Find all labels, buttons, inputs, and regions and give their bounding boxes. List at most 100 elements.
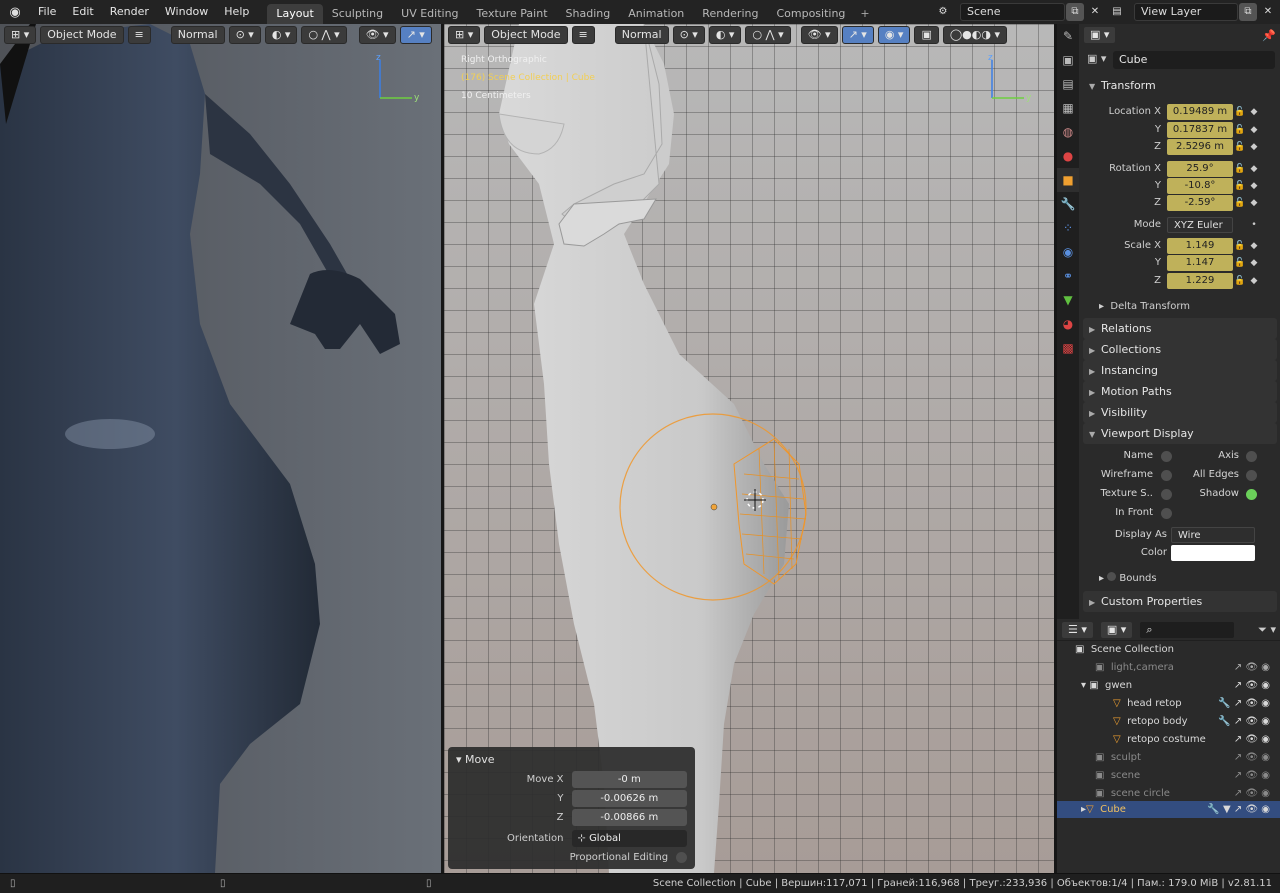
tab-sculpting[interactable]: Sculpting xyxy=(323,4,392,24)
keyframe-icon[interactable]: ◆ xyxy=(1247,142,1261,152)
scale-y-field[interactable]: 1.147 xyxy=(1167,254,1233,271)
move-x-field[interactable]: -0 m xyxy=(571,770,687,788)
scale-x-field[interactable]: 1.149 xyxy=(1167,237,1233,254)
visibility-panel-header[interactable]: ▶ Visibility xyxy=(1083,402,1277,423)
lock-icon[interactable]: 🔓 xyxy=(1233,258,1247,268)
tab-layout[interactable]: Layout xyxy=(267,4,323,24)
outliner-row-scene-circle[interactable]: ▣ scene circle ↗ 👁 ◉ xyxy=(1057,785,1280,802)
left-view-menu-icon[interactable]: ≡ xyxy=(127,26,151,44)
outliner-row-light-camera[interactable]: ▣ light,camera ↗ 👁 ◉ xyxy=(1057,659,1280,676)
row-visibility-icon[interactable]: ↗ 👁 ◉ xyxy=(1234,680,1280,691)
rotation-y-field[interactable]: -10.8° xyxy=(1167,177,1233,194)
vd-in-front-checkbox[interactable] xyxy=(1161,508,1172,519)
lock-icon[interactable]: 🔓 xyxy=(1233,241,1247,251)
particles-tab-icon[interactable]: ⁘ xyxy=(1057,216,1079,240)
row-visibility-icon[interactable]: ↗ 👁 ◉ xyxy=(1234,770,1280,781)
tab-texture-paint[interactable]: Texture Paint xyxy=(468,4,557,24)
menu-render[interactable]: Render xyxy=(102,0,157,24)
right-mode-select[interactable]: Object Mode xyxy=(484,26,568,44)
properties-editor-type-icon[interactable]: ▣ ▾ xyxy=(1083,26,1117,44)
left-orientation-select[interactable]: Normal xyxy=(170,26,225,44)
location-y-field[interactable]: 0.17837 m xyxy=(1167,121,1233,138)
right-orientation-select[interactable]: Normal xyxy=(614,26,669,44)
scene-icon[interactable]: ⚙ xyxy=(934,3,952,21)
keyframe-icon[interactable]: ◆ xyxy=(1247,258,1261,268)
bounds-subpanel[interactable]: ▸ Bounds xyxy=(1099,572,1157,584)
keyframe-dot-icon[interactable]: • xyxy=(1247,220,1261,230)
tool-tab-icon[interactable]: ✎ xyxy=(1057,24,1079,48)
viewport-display-panel-header[interactable]: ▼ Viewport Display xyxy=(1083,423,1277,444)
vd-wireframe-checkbox[interactable] xyxy=(1161,470,1172,481)
outliner-row-sculpt[interactable]: ▣ sculpt ↗ 👁 ◉ xyxy=(1057,749,1280,766)
vd-name-checkbox[interactable] xyxy=(1161,451,1172,462)
lock-icon[interactable]: 🔓 xyxy=(1233,125,1247,135)
rotation-mode-select[interactable]: XYZ Euler xyxy=(1167,216,1233,233)
menu-file[interactable]: File xyxy=(30,0,64,24)
keyframe-icon[interactable]: ◆ xyxy=(1247,125,1261,135)
blender-logo-icon[interactable]: ◉ xyxy=(0,0,30,24)
pin-icon[interactable]: 📌 xyxy=(1262,29,1276,42)
vd-texture-space-checkbox[interactable] xyxy=(1161,489,1172,500)
world-tab-icon[interactable]: ● xyxy=(1057,144,1079,168)
row-visibility-icon[interactable]: ↗ 👁 ◉ xyxy=(1234,734,1280,745)
location-x-field[interactable]: 0.19489 m xyxy=(1167,103,1233,120)
add-workspace-icon[interactable]: + xyxy=(854,4,875,24)
output-tab-icon[interactable]: ▤ xyxy=(1057,72,1079,96)
menu-window[interactable]: Window xyxy=(157,0,216,24)
left-3d-viewport[interactable]: ⊞ ▾ Object Mode ≡ Normal ⊙ ▾ ◐ ▾ ○ ⋀ ▾ 👁… xyxy=(0,24,441,873)
material-tab-icon[interactable]: ◕ xyxy=(1057,312,1079,336)
lock-icon[interactable]: 🔓 xyxy=(1233,181,1247,191)
keyframe-icon[interactable]: ◆ xyxy=(1247,181,1261,191)
visibility-icon-right[interactable]: 👁 ▾ xyxy=(800,26,838,44)
snap-icon[interactable]: ◐ ▾ xyxy=(264,26,298,44)
outliner-row-gwen[interactable]: ▾ ▣ gwen ↗ 👁 ◉ xyxy=(1057,677,1280,694)
row-visibility-icon[interactable]: ↗ 👁 ◉ xyxy=(1234,752,1280,763)
outliner-row-head-retop[interactable]: ▽ head retop 🔧 ↗ 👁 ◉ xyxy=(1057,695,1280,712)
proportional-checkbox[interactable] xyxy=(676,851,687,863)
left-mode-select[interactable]: Object Mode xyxy=(40,26,124,44)
physics-tab-icon[interactable]: ◉ xyxy=(1057,240,1079,264)
gizmo-toggle-icon-right[interactable]: ↗ ▾ xyxy=(841,26,874,44)
left-axis-gizmo[interactable]: z y xyxy=(372,54,422,104)
view-layer-tab-icon[interactable]: ▦ xyxy=(1057,96,1079,120)
visibility-icon[interactable]: 👁 ▾ xyxy=(358,26,396,44)
row-visibility-icon[interactable]: 🔧 ↗ 👁 ◉ xyxy=(1218,716,1280,727)
color-swatch[interactable] xyxy=(1171,545,1255,561)
data-tab-icon[interactable]: ▼ xyxy=(1057,288,1079,312)
right-view-menu-icon[interactable]: ≡ xyxy=(571,26,595,44)
row-visibility-icon[interactable]: ↗ 👁 ◉ xyxy=(1234,662,1280,673)
scene-selector[interactable]: Scene xyxy=(960,3,1065,21)
move-y-field[interactable]: -0.00626 m xyxy=(571,789,687,807)
shading-modes-icon[interactable]: ◯●◐◑ ▾ xyxy=(942,26,1007,44)
lock-icon[interactable]: 🔓 xyxy=(1233,107,1247,117)
editor-type-icon-right[interactable]: ⊞ ▾ xyxy=(448,26,481,44)
vd-all-edges-checkbox[interactable] xyxy=(1246,470,1257,481)
keyframe-icon[interactable]: ◆ xyxy=(1247,164,1261,174)
scene-tab-icon[interactable]: ◍ xyxy=(1057,120,1079,144)
right-3d-viewport[interactable]: ⊞ ▾ Object Mode ≡ Normal ⊙ ▾ ◐ ▾ ○ ⋀ ▾ 👁… xyxy=(444,24,1054,873)
texture-tab-icon[interactable]: ▩ xyxy=(1057,336,1079,360)
tab-compositing[interactable]: Compositing xyxy=(767,4,854,24)
outliner-search-input[interactable]: ⌕ xyxy=(1139,620,1236,639)
outliner-editor-type-icon[interactable]: ☰ ▾ xyxy=(1061,620,1094,639)
rotation-z-field[interactable]: -2.59° xyxy=(1167,194,1233,211)
proportional-icon-right[interactable]: ○ ⋀ ▾ xyxy=(745,26,791,44)
editor-type-icon[interactable]: ⊞ ▾ xyxy=(4,26,37,44)
outliner-row-retopo-costume[interactable]: ▽ retopo costume ↗ 👁 ◉ xyxy=(1057,731,1280,748)
right-axis-gizmo[interactable]: z y xyxy=(984,54,1034,104)
pivot-icon[interactable]: ⊙ ▾ xyxy=(228,26,261,44)
redo-panel-header[interactable]: ▾ Move xyxy=(456,751,687,769)
view-layer-selector[interactable]: View Layer xyxy=(1134,3,1238,21)
close-scene-icon[interactable]: ✕ xyxy=(1086,3,1104,21)
row-visibility-icon[interactable]: ↗ 👁 ◉ xyxy=(1234,788,1280,799)
outliner-root[interactable]: ▣ Scene Collection xyxy=(1057,641,1280,658)
keyframe-icon[interactable]: ◆ xyxy=(1247,107,1261,117)
location-z-field[interactable]: 2.5296 m xyxy=(1167,138,1233,155)
move-z-field[interactable]: -0.00866 m xyxy=(571,808,687,826)
custom-properties-panel-header[interactable]: ▶ Custom Properties xyxy=(1083,591,1277,612)
instancing-panel-header[interactable]: ▶ Instancing xyxy=(1083,360,1277,381)
render-tab-icon[interactable]: ▣ xyxy=(1057,48,1079,72)
lock-icon[interactable]: 🔓 xyxy=(1233,198,1247,208)
proportional-icon[interactable]: ○ ⋀ ▾ xyxy=(301,26,347,44)
xray-icon[interactable]: ▣ xyxy=(914,26,939,44)
